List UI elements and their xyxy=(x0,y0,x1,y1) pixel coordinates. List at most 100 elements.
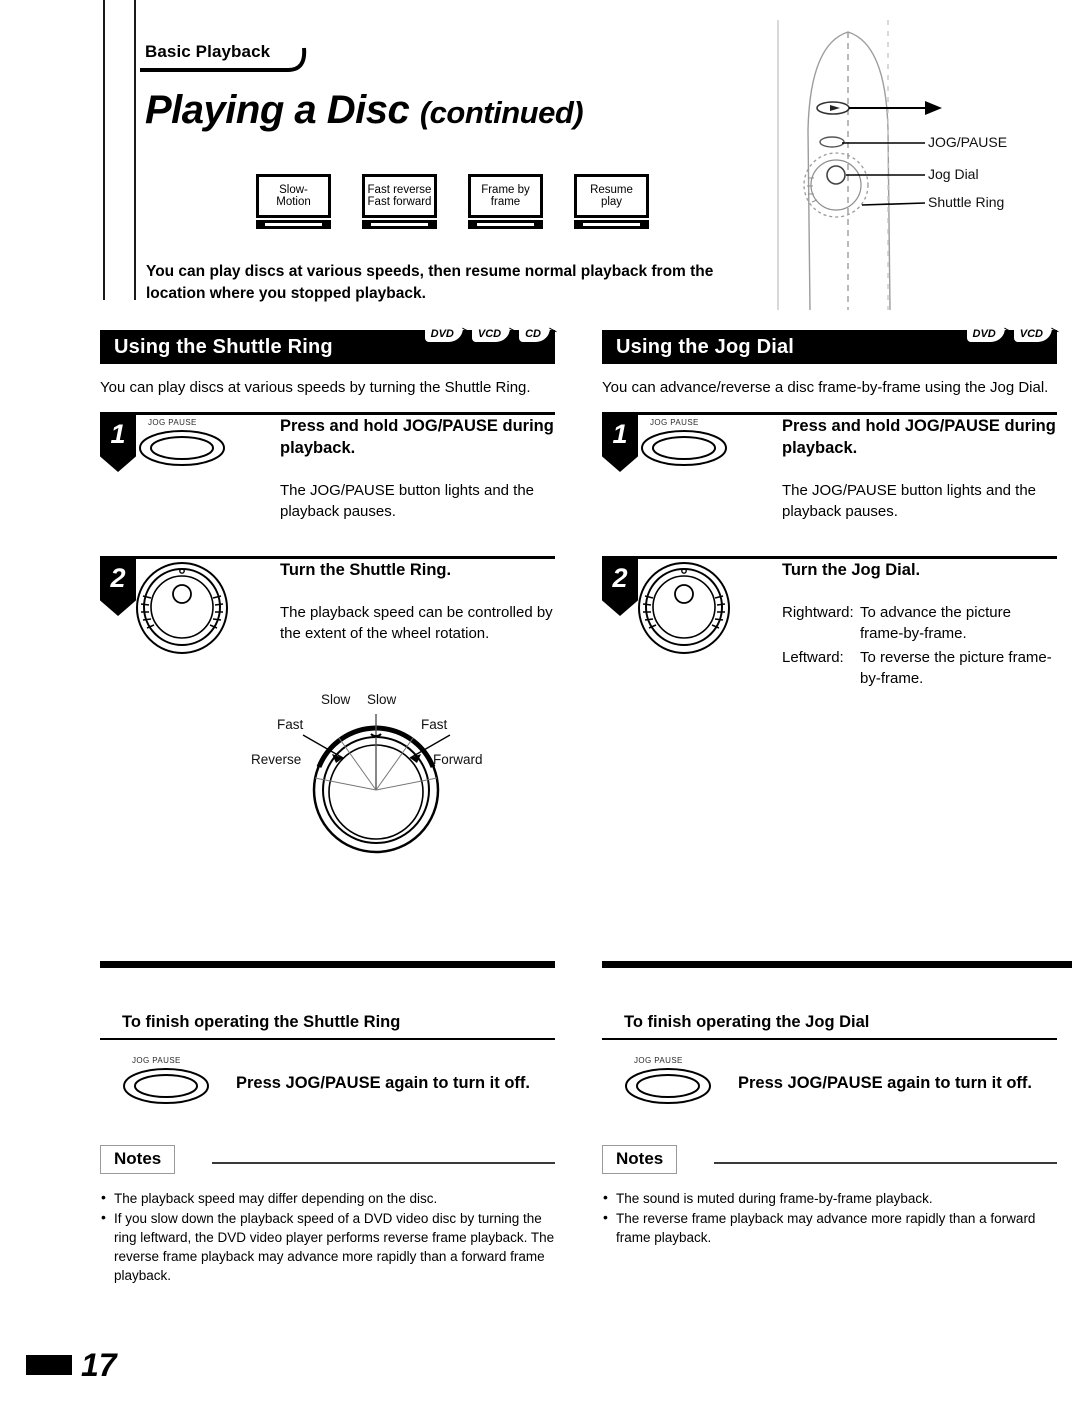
jog-pause-button-shape xyxy=(819,136,845,148)
feature-label-line1: Frame by xyxy=(481,183,530,196)
left-margin-rule-outer xyxy=(103,0,105,300)
direction-key: Leftward: xyxy=(782,649,844,666)
shuttle-ring-column: Using the Shuttle Ring DVD VCD CD You ca… xyxy=(100,327,555,655)
step-2-jog: 2 Turn the Jog Dial. Rightward: To advan… xyxy=(602,556,1057,689)
finish-title: To finish operating the Shuttle Ring xyxy=(122,1013,401,1031)
speed-label-reverse: Reverse xyxy=(251,752,302,767)
speed-label-fast-left: Fast xyxy=(277,717,304,732)
page-title-main: Playing a Disc xyxy=(145,88,410,132)
direction-key: Rightward: xyxy=(782,604,854,621)
play-arrow-icon xyxy=(925,101,942,115)
feature-box-base xyxy=(468,220,543,229)
feature-box-screen: Resume play xyxy=(574,174,649,218)
direction-rightward: Rightward: To advance the picture frame-… xyxy=(782,602,1057,644)
step-body: Turn the Shuttle Ring. The playback spee… xyxy=(280,559,555,644)
note-item: The playback speed may differ depending … xyxy=(100,1188,555,1208)
jog-dial-icon xyxy=(638,562,730,654)
manual-page: Basic Playback Playing a Disc (continued… xyxy=(0,0,1080,1422)
note-item: If you slow down the playback speed of a… xyxy=(100,1208,555,1285)
feature-label-line1: Fast reverse xyxy=(367,183,432,196)
disc-badge-vcd: VCD xyxy=(1013,327,1052,342)
feature-box-base xyxy=(256,220,331,229)
step-title: Press and hold JOG/PAUSE during playback… xyxy=(280,417,554,457)
feature-label-line2: Motion xyxy=(276,196,311,208)
disc-badge-group: DVD VCD xyxy=(966,327,1052,342)
speed-label-forward: Forward xyxy=(433,752,483,767)
note-item: The sound is muted during frame-by-frame… xyxy=(602,1188,1057,1208)
section-title-text: Using the Shuttle Ring xyxy=(114,335,333,358)
jog-pause-button-label: JOG PAUSE xyxy=(148,418,197,427)
step-1-shuttle: 1 JOG PAUSE Press and hold JOG/PAUSE dur… xyxy=(100,412,555,522)
step-number: 1 xyxy=(100,412,136,472)
section-separator-left xyxy=(100,961,555,968)
disc-badge-cd: CD xyxy=(519,327,550,342)
speed-label-slow-left: Slow xyxy=(321,692,351,707)
feature-box-screen: Fast reverse Fast forward xyxy=(362,174,437,218)
finish-row: JOG PAUSE Press JOG/PAUSE again to turn … xyxy=(100,1056,555,1111)
notes-rule xyxy=(212,1162,555,1164)
jog-pause-button-icon xyxy=(641,430,727,466)
jog-pause-button-art: JOG PAUSE xyxy=(640,418,750,473)
remote-label-jog-dial: Jog Dial xyxy=(928,166,979,182)
shuttle-ring-section-header: Using the Shuttle Ring DVD VCD CD xyxy=(100,327,555,364)
feature-box-slow-motion: Slow- Motion xyxy=(256,174,331,229)
intro-paragraph: You can play discs at various speeds, th… xyxy=(146,263,714,302)
jog-pause-button-icon xyxy=(625,1068,711,1104)
feature-label-line2: Fast forward xyxy=(367,196,432,208)
section-title-text: Using the Jog Dial xyxy=(616,335,795,358)
jog-pause-button-icon xyxy=(123,1068,209,1104)
jog-dial-shape xyxy=(826,165,846,185)
notes-list: The playback speed may differ depending … xyxy=(100,1188,555,1285)
shuttle-ring-dial-art xyxy=(134,558,244,659)
shuttle-ring-shape xyxy=(803,152,869,218)
left-margin-rule-inner xyxy=(134,0,136,300)
direction-value: To reverse the picture frame-by-frame. xyxy=(860,649,1052,687)
page-number-block: 17 xyxy=(26,1347,117,1383)
shuttle-speed-diagram: Slow Slow Fast Fast Reverse Forward xyxy=(243,692,513,857)
finish-underline xyxy=(602,1038,1057,1040)
disc-badge-dvd: DVD xyxy=(424,327,463,342)
finish-shuttle-block: To finish operating the Shuttle Ring JOG… xyxy=(100,1013,555,1111)
direction-leftward: Leftward: To reverse the picture frame-b… xyxy=(782,647,1057,689)
jog-pause-button-label: JOG PAUSE xyxy=(650,418,699,427)
jog-dial-lead-text: You can advance/reverse a disc frame-by-… xyxy=(602,379,1049,396)
disc-badge-vcd: VCD xyxy=(471,327,511,342)
jog-pause-button-art: JOG PAUSE xyxy=(624,1056,720,1111)
jog-dial-section-header: Using the Jog Dial DVD VCD xyxy=(602,327,1057,364)
feature-box-base xyxy=(362,220,437,229)
speed-label-slow-right: Slow xyxy=(367,692,397,707)
finish-jog-block: To finish operating the Jog Dial JOG PAU… xyxy=(602,1013,1057,1111)
page-title-continued: (continued) xyxy=(419,95,584,130)
feature-label-line1: Slow- xyxy=(279,183,308,196)
jog-pause-button-art: JOG PAUSE xyxy=(122,1056,218,1111)
notes-jog-block: Notes The sound is muted during frame-by… xyxy=(602,1145,1057,1248)
step-description: The JOG/PAUSE button lights and the play… xyxy=(782,482,1037,520)
finish-instruction: Press JOG/PAUSE again to turn it off. xyxy=(236,1074,530,1092)
step-number: 1 xyxy=(602,412,638,472)
shuttle-ring-lead-text: You can play discs at various speeds by … xyxy=(100,379,531,396)
disc-badge-dvd: DVD xyxy=(966,327,1005,342)
breadcrumb-curve-icon xyxy=(140,47,307,72)
finish-underline xyxy=(100,1038,555,1040)
notes-shuttle-block: Notes The playback speed may differ depe… xyxy=(100,1145,555,1286)
step-body: Press and hold JOG/PAUSE during playback… xyxy=(280,415,555,522)
step-description: The JOG/PAUSE button lights and the play… xyxy=(280,482,535,520)
feature-label-line2: play xyxy=(600,196,623,208)
step-body: Turn the Jog Dial. Rightward: To advance… xyxy=(782,559,1057,689)
feature-box-frame-by-frame: Frame by frame xyxy=(468,174,543,229)
feature-box-row: Slow- Motion Fast reverse Fast forward F… xyxy=(256,174,649,229)
page-number: 17 xyxy=(81,1347,117,1383)
finish-title: To finish operating the Jog Dial xyxy=(624,1013,870,1031)
note-item: The reverse frame playback may advance m… xyxy=(602,1208,1057,1247)
remote-label-shuttle-ring: Shuttle Ring xyxy=(928,194,1005,210)
jog-pause-button-art: JOG PAUSE xyxy=(138,418,248,473)
notes-header: Notes xyxy=(602,1145,1057,1179)
feature-box-screen: Slow- Motion xyxy=(256,174,331,218)
notes-rule xyxy=(714,1162,1057,1164)
finish-row: JOG PAUSE Press JOG/PAUSE again to turn … xyxy=(602,1056,1057,1111)
remote-control-illustration: JOG/PAUSE Jog Dial Shuttle Ring xyxy=(770,10,1080,320)
finish-instruction: Press JOG/PAUSE again to turn it off. xyxy=(738,1074,1032,1092)
step-title: Press and hold JOG/PAUSE during playback… xyxy=(782,417,1056,457)
step-title: Turn the Shuttle Ring. xyxy=(280,561,452,579)
feature-box-fast-reverse-forward: Fast reverse Fast forward xyxy=(362,174,437,229)
